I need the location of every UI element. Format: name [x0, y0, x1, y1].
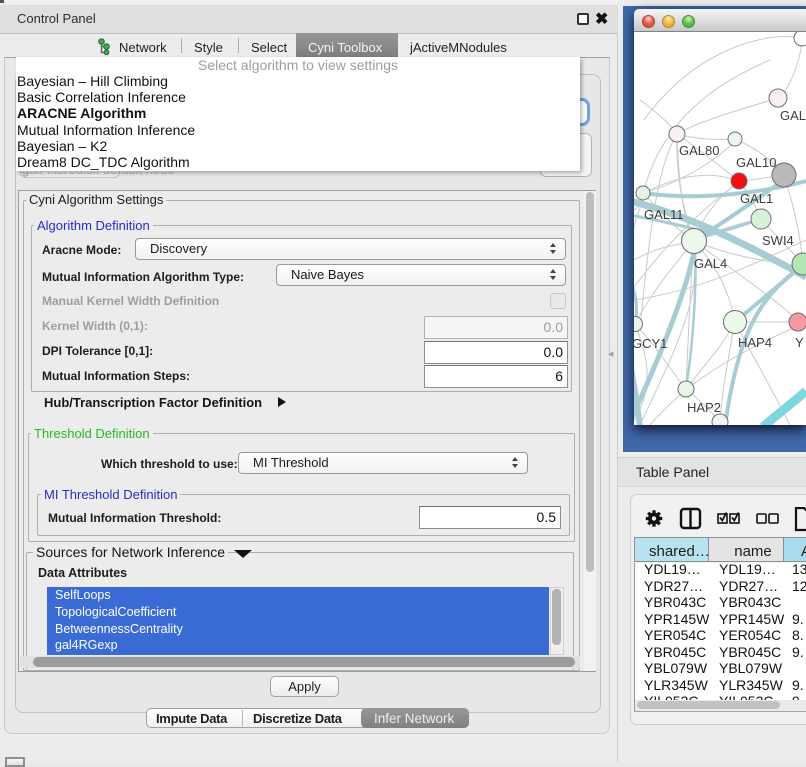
svg-text:GAL1: GAL1	[740, 191, 773, 206]
svg-text:HAP2: HAP2	[687, 400, 721, 415]
svg-text:HAP4: HAP4	[738, 335, 772, 350]
svg-text:GAL10: GAL10	[736, 155, 776, 170]
svg-text:SWI4: SWI4	[762, 233, 794, 248]
svg-text:GAL80: GAL80	[679, 143, 719, 158]
svg-text:GCY1: GCY1	[634, 336, 667, 351]
svg-text:GAL7: GAL7	[780, 108, 806, 123]
svg-text:Y: Y	[795, 335, 804, 350]
svg-text:GAL11: GAL11	[644, 207, 684, 222]
svg-text:GAL4: GAL4	[694, 256, 727, 271]
